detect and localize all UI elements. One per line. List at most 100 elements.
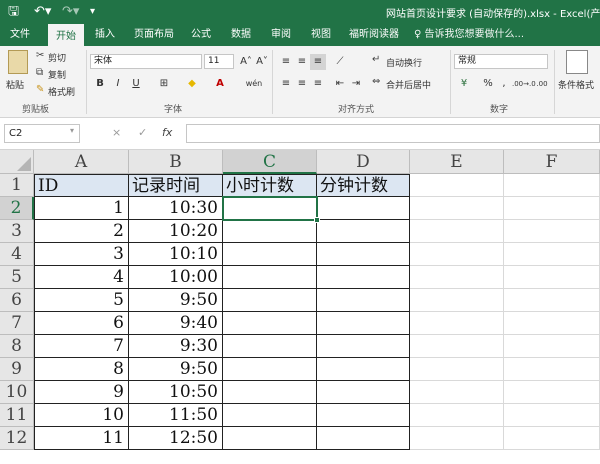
cell-b8[interactable]: 9:30 xyxy=(129,335,223,358)
row-header-12[interactable]: 12 xyxy=(0,427,34,450)
cell-d6[interactable] xyxy=(317,289,410,312)
align-left-icon[interactable]: ≡ xyxy=(278,76,294,92)
row-header-10[interactable]: 10 xyxy=(0,381,34,404)
cell-c9[interactable] xyxy=(223,358,317,381)
cell-c6[interactable] xyxy=(223,289,317,312)
font-size-select[interactable]: 11 xyxy=(204,54,234,69)
align-center-icon[interactable]: ≡ xyxy=(294,76,310,92)
column-header-b[interactable]: B xyxy=(129,150,223,174)
grow-font-button[interactable]: A˄ xyxy=(238,54,254,70)
cell-b3[interactable]: 10:20 xyxy=(129,220,223,243)
cell-d4[interactable] xyxy=(317,243,410,266)
cell-d7[interactable] xyxy=(317,312,410,335)
row-header-1[interactable]: 1 xyxy=(0,174,34,197)
cell-c12[interactable] xyxy=(223,427,317,450)
name-box-dropdown-icon[interactable]: ▾ xyxy=(70,126,74,135)
insert-function-icon[interactable]: fx xyxy=(162,126,172,139)
cell-f6[interactable] xyxy=(504,289,600,312)
cell-f9[interactable] xyxy=(504,358,600,381)
cell-b5[interactable]: 10:00 xyxy=(129,266,223,289)
align-right-icon[interactable]: ≡ xyxy=(310,76,326,92)
row-header-3[interactable]: 3 xyxy=(0,220,34,243)
cell-e12[interactable] xyxy=(410,427,504,450)
cell-c7[interactable] xyxy=(223,312,317,335)
cell-c11[interactable] xyxy=(223,404,317,427)
phonetic-button[interactable]: wén xyxy=(242,76,266,92)
cell-b10[interactable]: 10:50 xyxy=(129,381,223,404)
row-header-11[interactable]: 11 xyxy=(0,404,34,427)
cell-d2[interactable] xyxy=(317,197,410,220)
decrease-indent-icon[interactable]: ⇤ xyxy=(332,76,348,92)
fill-handle[interactable] xyxy=(314,217,320,223)
redo-icon[interactable]: ↷▾ xyxy=(62,3,79,21)
cell-e3[interactable] xyxy=(410,220,504,243)
conditional-formatting-button[interactable]: 条件格式 xyxy=(558,78,594,91)
row-header-8[interactable]: 8 xyxy=(0,335,34,358)
column-header-d[interactable]: D xyxy=(317,150,410,174)
cell-e5[interactable] xyxy=(410,266,504,289)
cell-f8[interactable] xyxy=(504,335,600,358)
font-color-icon[interactable]: A xyxy=(212,76,228,92)
fill-color-icon[interactable]: ◆ xyxy=(184,76,200,92)
cell-e7[interactable] xyxy=(410,312,504,335)
cell-a11[interactable]: 10 xyxy=(34,404,129,427)
merge-center-button[interactable]: 合并后居中 xyxy=(386,78,431,91)
cell-e9[interactable] xyxy=(410,358,504,381)
font-name-select[interactable]: 宋体 xyxy=(90,54,202,69)
cell-b6[interactable]: 9:50 xyxy=(129,289,223,312)
cell-d3[interactable] xyxy=(317,220,410,243)
tell-me-search[interactable]: ♀ 告诉我您想要做什么... xyxy=(414,24,524,46)
customize-qat-icon[interactable]: ▾ xyxy=(90,3,95,21)
row-header-9[interactable]: 9 xyxy=(0,358,34,381)
align-middle-icon[interactable]: ≡ xyxy=(294,54,310,70)
cell-b1[interactable]: 记录时间 xyxy=(129,174,223,197)
cell-a4[interactable]: 3 xyxy=(34,243,129,266)
accounting-format-icon[interactable]: ¥ xyxy=(456,76,472,92)
name-box[interactable]: C2 xyxy=(4,124,80,143)
tab-home[interactable]: 开始 xyxy=(48,24,84,46)
row-header-5[interactable]: 5 xyxy=(0,266,34,289)
row-header-4[interactable]: 4 xyxy=(0,243,34,266)
increase-indent-icon[interactable]: ⇥ xyxy=(348,76,364,92)
row-header-2[interactable]: 2 xyxy=(0,197,34,220)
tab-review[interactable]: 审阅 xyxy=(266,24,296,46)
increase-decimal-button[interactable]: .00→.0 xyxy=(512,76,536,92)
copy-button[interactable]: 复制 xyxy=(48,68,66,81)
tab-insert[interactable]: 插入 xyxy=(90,24,120,46)
cell-a3[interactable]: 2 xyxy=(34,220,129,243)
cell-d11[interactable] xyxy=(317,404,410,427)
cell-e1[interactable] xyxy=(410,174,504,197)
tab-file[interactable]: 文件 xyxy=(4,24,36,46)
cell-d5[interactable] xyxy=(317,266,410,289)
wrap-text-button[interactable]: 自动换行 xyxy=(386,56,422,69)
format-painter-button[interactable]: 格式刷 xyxy=(48,85,75,98)
cell-b11[interactable]: 11:50 xyxy=(129,404,223,427)
enter-icon[interactable]: ✓ xyxy=(138,126,147,139)
cell-f1[interactable] xyxy=(504,174,600,197)
cell-c3[interactable] xyxy=(223,220,317,243)
column-header-a[interactable]: A xyxy=(34,150,129,174)
cell-a8[interactable]: 7 xyxy=(34,335,129,358)
cell-b2[interactable]: 10:30 xyxy=(129,197,223,220)
cell-a6[interactable]: 5 xyxy=(34,289,129,312)
bold-button[interactable]: B xyxy=(92,76,108,92)
italic-button[interactable]: I xyxy=(110,76,126,92)
cell-e10[interactable] xyxy=(410,381,504,404)
cell-a7[interactable]: 6 xyxy=(34,312,129,335)
tab-page-layout[interactable]: 页面布局 xyxy=(128,24,180,46)
cell-f2[interactable] xyxy=(504,197,600,220)
cell-b9[interactable]: 9:50 xyxy=(129,358,223,381)
decrease-decimal-button[interactable]: .00 xyxy=(534,76,550,92)
comma-button[interactable]: , xyxy=(496,76,512,92)
cell-d8[interactable] xyxy=(317,335,410,358)
cell-b12[interactable]: 12:50 xyxy=(129,427,223,450)
cell-e11[interactable] xyxy=(410,404,504,427)
column-header-c[interactable]: C xyxy=(223,150,317,174)
cell-b7[interactable]: 9:40 xyxy=(129,312,223,335)
cell-d1[interactable]: 分钟计数 xyxy=(317,174,410,197)
cell-a12[interactable]: 11 xyxy=(34,427,129,450)
cancel-icon[interactable]: × xyxy=(112,126,121,139)
underline-button[interactable]: U xyxy=(128,76,144,92)
tab-data[interactable]: 数据 xyxy=(226,24,256,46)
column-header-e[interactable]: E xyxy=(410,150,504,174)
